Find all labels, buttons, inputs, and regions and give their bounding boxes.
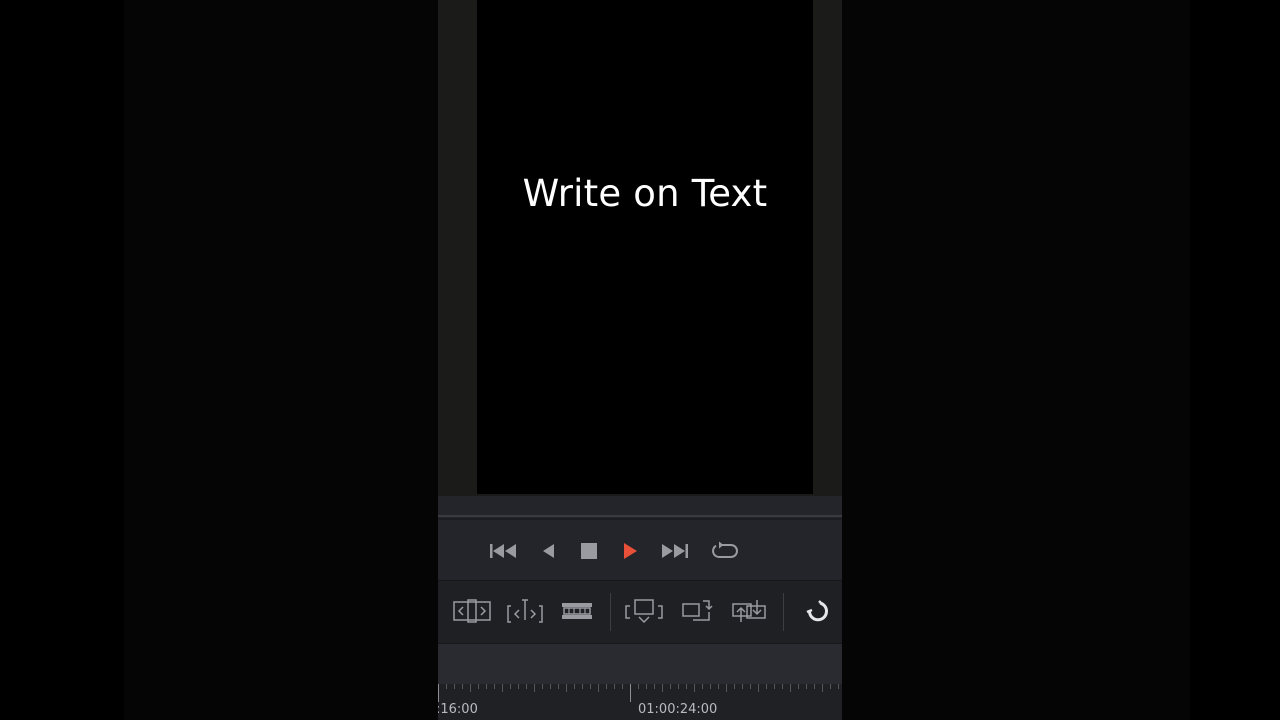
toolbar-separator (783, 593, 784, 631)
close-up-icon (625, 599, 663, 624)
transport-controls (438, 520, 842, 580)
stop-icon (581, 543, 597, 559)
timecode-label-left: :16:00 (438, 702, 478, 717)
timecode-label-right: 01:00:24:00 (638, 702, 718, 717)
scrub-track[interactable] (438, 515, 842, 517)
loop-button[interactable] (709, 540, 741, 562)
place-on-top-button[interactable] (680, 596, 714, 626)
skip-to-end-icon (662, 544, 688, 558)
toolbar-separator (610, 593, 611, 631)
play-icon (624, 543, 637, 559)
play-reverse-icon (543, 544, 554, 558)
loop-icon (712, 541, 738, 558)
background-left-panel (124, 0, 438, 720)
viewer-panel: Write on Text (438, 0, 842, 496)
source-overwrite-button[interactable] (728, 596, 770, 626)
smart-insert-button[interactable] (452, 596, 492, 626)
scrub-bar[interactable] (438, 496, 842, 518)
stop-button[interactable] (579, 540, 599, 562)
skip-to-start-icon (490, 544, 516, 558)
close-up-button[interactable] (624, 596, 664, 626)
ruler-ticks (438, 684, 839, 702)
ripple-overwrite-icon (562, 603, 592, 619)
viewer-title-text: Write on Text (522, 172, 768, 215)
timeline-track-area[interactable] (438, 643, 842, 684)
edit-toolbar (438, 580, 842, 643)
source-overwrite-icon (732, 600, 766, 622)
append-icon (507, 599, 543, 623)
go-to-start-button[interactable] (488, 540, 518, 562)
append-at-end-button[interactable] (506, 596, 544, 626)
place-on-top-icon (682, 600, 713, 621)
play-reverse-button[interactable] (538, 540, 558, 562)
play-forward-button[interactable] (620, 540, 640, 562)
magnet-icon (806, 600, 828, 622)
timeline-ruler[interactable]: :16:00 01:00:24:00 (438, 684, 842, 720)
viewer-canvas[interactable]: Write on Text (477, 0, 813, 494)
editor-app: Write on Text:16:00 01:00:24:00 (438, 0, 842, 720)
go-to-end-button[interactable] (660, 540, 690, 562)
smart-insert-icon (453, 599, 491, 623)
snapping-button[interactable] (802, 596, 832, 626)
background-right-panel (842, 0, 1190, 720)
ripple-overwrite-button[interactable] (560, 596, 594, 626)
